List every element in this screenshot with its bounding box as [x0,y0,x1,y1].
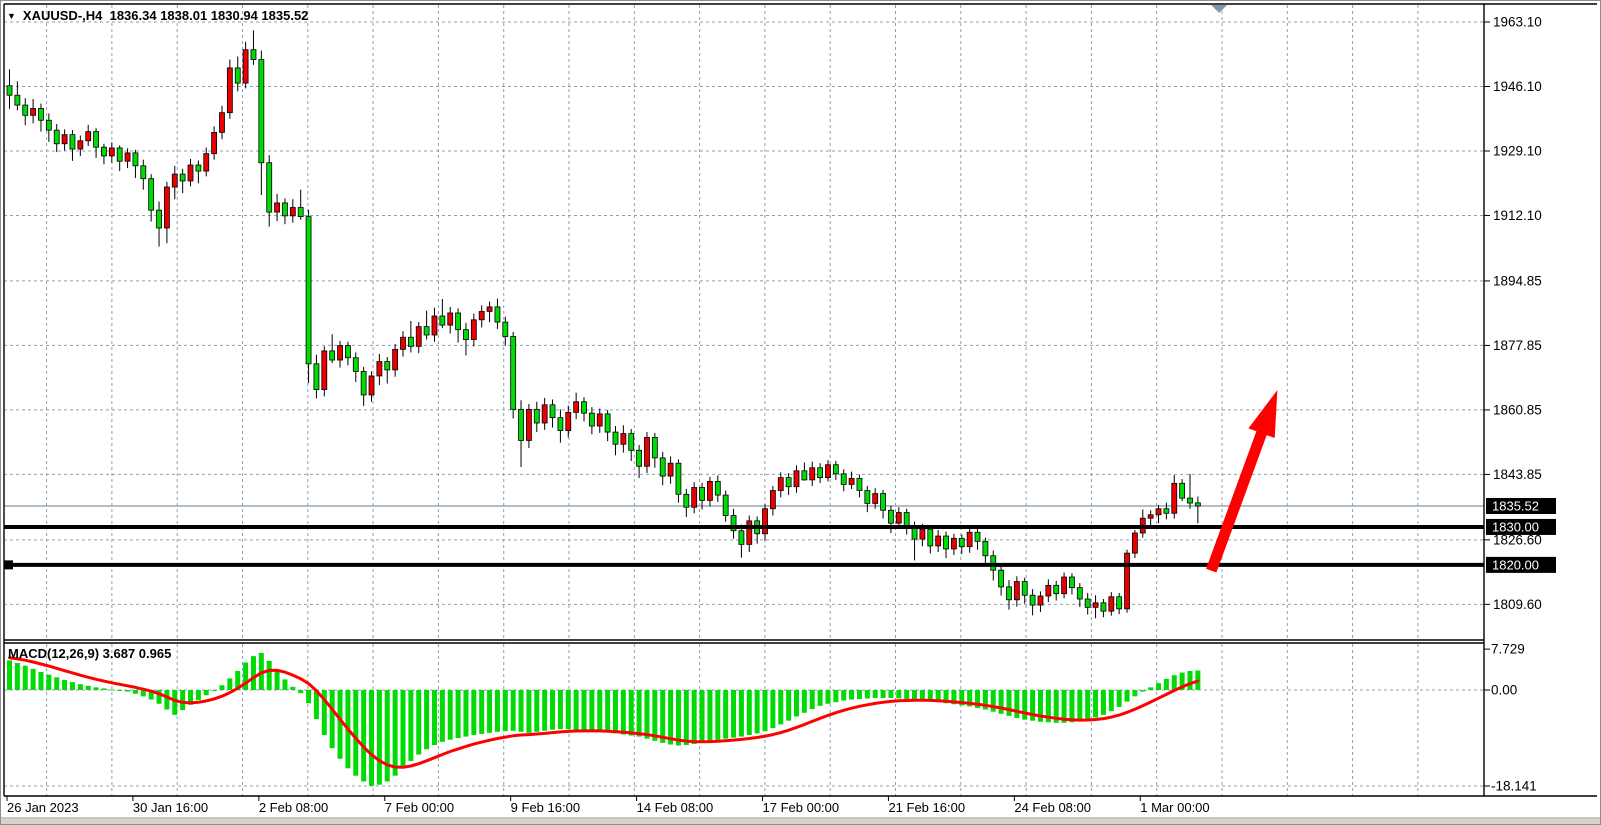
level-price-box-1830.00: 1830.00 [1486,519,1556,535]
svg-text:0.00: 0.00 [1491,683,1517,698]
svg-text:17 Feb 00:00: 17 Feb 00:00 [763,800,840,815]
svg-text:1843.85: 1843.85 [1493,467,1542,482]
current-price-box: 1835.52 [1486,498,1556,514]
svg-text:1860.85: 1860.85 [1493,402,1542,417]
svg-text:7.729: 7.729 [1491,642,1525,657]
svg-text:14 Feb 08:00: 14 Feb 08:00 [637,800,714,815]
svg-text:1929.10: 1929.10 [1493,143,1542,158]
candlestick-chart-canvas[interactable]: 1963.10 1946.10 1929.10 1912.10 1894.85 1877.… [0,0,1601,825]
svg-text:1835.52: 1835.52 [1492,499,1539,514]
svg-text:1820.00: 1820.00 [1492,557,1539,572]
svg-text:24 Feb 08:00: 24 Feb 08:00 [1014,800,1091,815]
svg-text:1877.85: 1877.85 [1493,338,1542,353]
level-selection-handle[interactable] [4,560,13,569]
svg-text:1 Mar 00:00: 1 Mar 00:00 [1140,800,1209,815]
level-price-box-1820.00: 1820.00 [1486,557,1556,573]
svg-text:1830.00: 1830.00 [1492,519,1539,534]
svg-text:30 Jan 16:00: 30 Jan 16:00 [133,800,208,815]
svg-text:1894.85: 1894.85 [1493,273,1542,288]
svg-text:2 Feb 08:00: 2 Feb 08:00 [259,800,328,815]
chart-window: 1963.10 1946.10 1929.10 1912.10 1894.85 1877.… [0,0,1601,825]
svg-text:26 Jan 2023: 26 Jan 2023 [7,800,79,815]
svg-text:1809.60: 1809.60 [1493,597,1542,612]
svg-text:1963.10: 1963.10 [1493,15,1542,30]
svg-text:1912.10: 1912.10 [1493,208,1542,223]
svg-text:-18.141: -18.141 [1491,778,1537,793]
svg-text:9 Feb 16:00: 9 Feb 16:00 [511,800,580,815]
svg-text:7 Feb 00:00: 7 Feb 00:00 [385,800,454,815]
svg-text:21 Feb 16:00: 21 Feb 16:00 [888,800,965,815]
chart-background [0,0,1601,825]
svg-text:1946.10: 1946.10 [1493,79,1542,94]
